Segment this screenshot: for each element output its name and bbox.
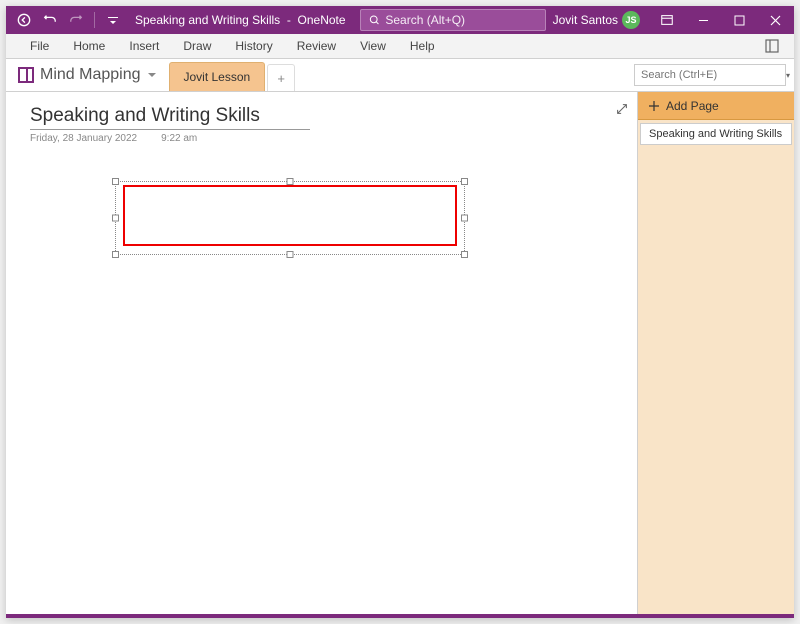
titlebar: Speaking and Writing Skills - OneNote Jo… xyxy=(6,6,794,34)
note-container[interactable] xyxy=(112,178,468,258)
notebook-dropdown[interactable]: Mind Mapping xyxy=(18,59,169,91)
ribbon-display-button[interactable] xyxy=(650,6,684,34)
tab-review[interactable]: Review xyxy=(285,34,348,58)
chevron-down-icon xyxy=(147,70,157,80)
back-button[interactable] xyxy=(12,8,36,32)
tab-file[interactable]: File xyxy=(18,34,61,58)
tab-view[interactable]: View xyxy=(348,34,398,58)
global-search-input[interactable] xyxy=(385,13,536,27)
undo-button[interactable] xyxy=(38,8,62,32)
tab-draw[interactable]: Draw xyxy=(171,34,223,58)
notebook-search[interactable]: ▾ xyxy=(634,64,786,86)
customize-qat-button[interactable] xyxy=(101,8,125,32)
resize-handle[interactable] xyxy=(461,178,468,185)
notebook-bar: Mind Mapping Jovit Lesson + ▾ xyxy=(6,59,794,92)
resize-handle[interactable] xyxy=(287,178,294,185)
notebook-icon xyxy=(18,67,34,83)
window-title: Speaking and Writing Skills - OneNote xyxy=(135,13,346,27)
global-search[interactable] xyxy=(360,9,546,31)
search-scope-chevron[interactable]: ▾ xyxy=(786,71,790,80)
resize-handle[interactable] xyxy=(112,251,119,258)
tab-insert[interactable]: Insert xyxy=(117,34,171,58)
resize-handle[interactable] xyxy=(461,215,468,222)
section-tab[interactable]: Jovit Lesson xyxy=(169,62,266,91)
resize-handle[interactable] xyxy=(287,251,294,258)
tab-history[interactable]: History xyxy=(223,34,284,58)
resize-handle[interactable] xyxy=(112,178,119,185)
statusbar xyxy=(6,614,794,618)
page-title[interactable]: Speaking and Writing Skills xyxy=(30,105,310,130)
page-list-item[interactable]: Speaking and Writing Skills xyxy=(640,123,792,145)
ribbon: File Home Insert Draw History Review Vie… xyxy=(6,34,794,59)
minimize-button[interactable] xyxy=(686,6,720,34)
fullpage-view-button[interactable] xyxy=(760,34,784,58)
page-date[interactable]: Friday, 28 January 2022 xyxy=(30,133,137,144)
add-page-button[interactable]: Add Page xyxy=(638,92,794,120)
tab-help[interactable]: Help xyxy=(398,34,447,58)
resize-handle[interactable] xyxy=(461,251,468,258)
redo-button[interactable] xyxy=(64,8,88,32)
notebook-search-input[interactable] xyxy=(641,69,783,81)
add-section-button[interactable]: + xyxy=(267,64,295,91)
avatar[interactable]: JS xyxy=(622,11,640,29)
page-canvas[interactable]: Speaking and Writing Skills Friday, 28 J… xyxy=(6,92,638,614)
highlight-rectangle xyxy=(123,185,457,246)
page-time[interactable]: 9:22 am xyxy=(161,133,197,144)
page-panel: Add Page Speaking and Writing Skills xyxy=(638,92,794,614)
plus-icon xyxy=(648,100,660,112)
expand-icon[interactable] xyxy=(615,102,629,121)
resize-handle[interactable] xyxy=(112,215,119,222)
maximize-button[interactable] xyxy=(722,6,756,34)
tab-home[interactable]: Home xyxy=(61,34,117,58)
close-button[interactable] xyxy=(758,6,792,34)
user-name[interactable]: Jovit Santos xyxy=(553,13,618,27)
